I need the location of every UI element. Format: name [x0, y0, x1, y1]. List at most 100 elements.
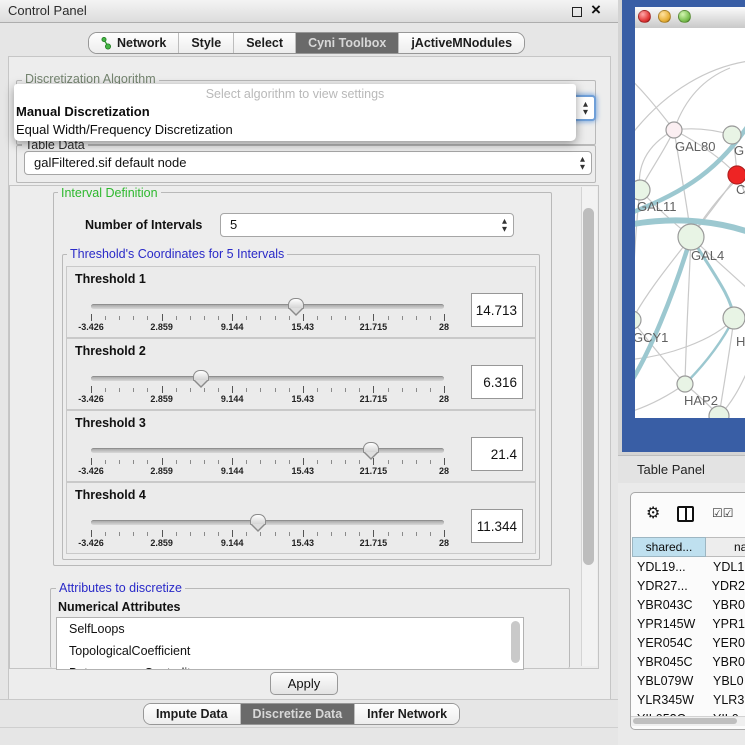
slider-tick-labels: -3.4262.8599.14415.4321.71528 — [91, 538, 445, 549]
tick-label: 21.715 — [360, 538, 388, 548]
tick-label: 28 — [439, 538, 449, 548]
threshold-4-slider-track[interactable] — [91, 520, 444, 525]
svg-text:H: H — [736, 334, 745, 349]
threshold-4-value-field[interactable]: 11.344 — [471, 509, 523, 543]
threshold-4-slider-thumb[interactable] — [250, 514, 266, 525]
threshold-2-slider-track[interactable] — [91, 376, 444, 381]
cell-name[interactable]: YBL0 — [706, 672, 744, 691]
divider — [0, 699, 618, 700]
dropdown-option-equal-width[interactable]: Equal Width/Frequency Discretization — [14, 121, 576, 139]
tab-style[interactable]: Style — [178, 33, 233, 53]
apply-button[interactable]: Apply — [270, 672, 338, 695]
cell-shared-name[interactable]: YDL19... — [632, 558, 706, 577]
close-traffic-light[interactable] — [638, 10, 651, 23]
table-header-row: shared... na — [632, 537, 745, 557]
svg-text:GCY1: GCY1 — [635, 330, 668, 345]
gear-icon[interactable]: ⚙ — [646, 504, 660, 522]
cell-name[interactable]: YLR3 — [706, 691, 744, 710]
tab-jactivemnodules[interactable]: jActiveMNodules — [398, 33, 524, 53]
zoom-traffic-light[interactable] — [678, 10, 691, 23]
threshold-row-1: Threshold 1 -3.4262.8599.14415.4321.7152… — [66, 266, 536, 338]
split-columns-icon[interactable] — [677, 506, 694, 522]
threshold-3-slider-track[interactable] — [91, 448, 444, 453]
dropdown-hint-option[interactable]: Select algorithm to view settings — [14, 84, 576, 103]
table-row[interactable]: YDR27...YDR2 — [632, 577, 745, 596]
number-of-intervals-combobox[interactable]: 5 ▲▼ — [220, 213, 514, 237]
screen: Control Panel × Network Style Select Cyn… — [0, 0, 745, 745]
node-gal80 — [666, 122, 682, 138]
cell-shared-name[interactable]: YBR045C — [632, 653, 705, 672]
table-row[interactable]: YBR045CYBR0 — [632, 653, 745, 672]
cell-shared-name[interactable]: YBL079W — [632, 672, 706, 691]
threshold-3-slider-thumb[interactable] — [363, 442, 379, 453]
table-row[interactable]: YPR145WYPR1 — [632, 615, 745, 634]
slider-ticks — [91, 314, 445, 322]
cell-name[interactable]: YBR0 — [705, 653, 745, 672]
node-gal4 — [678, 224, 704, 250]
tick-label: -3.426 — [78, 466, 104, 476]
table-data-combobox[interactable]: galFiltered.sif default node ▲▼ — [24, 151, 592, 175]
tab-network-label: Network — [117, 36, 166, 50]
network-canvas[interactable]: GAL80 G C GAL11 GAL4 GCY1 H HAP2 — [635, 28, 745, 418]
cell-name[interactable]: YBR0 — [705, 596, 745, 615]
network-window-titlebar[interactable] — [635, 7, 745, 29]
table-row[interactable]: YDL19...YDL1 — [632, 558, 745, 577]
tab-cyni-toolbox[interactable]: Cyni Toolbox — [295, 33, 398, 53]
cell-shared-name[interactable]: YLR345W — [632, 691, 706, 710]
tab-select[interactable]: Select — [233, 33, 295, 53]
column-header-shared-name[interactable]: shared... — [632, 537, 706, 557]
tick-label: 28 — [439, 322, 449, 332]
cell-shared-name[interactable]: YBR043C — [632, 596, 705, 615]
svg-text:HAP2: HAP2 — [684, 393, 718, 408]
table-row[interactable]: YLR345WYLR3 — [632, 691, 745, 710]
svg-text:GAL4: GAL4 — [691, 248, 724, 263]
cell-name[interactable]: YPR1 — [705, 615, 745, 634]
numerical-attributes-list[interactable]: SelfLoopsTopologicalCoefficientBetweenne… — [56, 617, 524, 670]
close-icon[interactable]: × — [591, 0, 601, 21]
cell-shared-name[interactable]: YDR27... — [632, 577, 705, 596]
attribute-list-item[interactable]: BetweennessCentrality — [57, 662, 523, 670]
tick-label: 21.715 — [360, 322, 388, 332]
svg-text:GAL80: GAL80 — [675, 139, 715, 154]
attribute-list-item[interactable]: SelfLoops — [57, 618, 523, 640]
threshold-2-value-field[interactable]: 6.316 — [471, 365, 523, 399]
table-horizontal-scrollbar[interactable] — [631, 716, 745, 726]
table-row[interactable]: YER054CYER0 — [632, 634, 745, 653]
tick-label: 15.43 — [292, 538, 315, 548]
cell-name[interactable]: YER0 — [705, 634, 745, 653]
threshold-3-label: Threshold 3 — [75, 416, 146, 430]
attributes-scrollbar-thumb[interactable] — [511, 621, 520, 663]
table-row[interactable]: YBR043CYBR0 — [632, 596, 745, 615]
select-checkboxes-icon[interactable]: ☑☑ — [712, 506, 734, 520]
table-panel-titlebar: Table Panel — [618, 455, 745, 485]
cell-shared-name[interactable]: YPR145W — [632, 615, 705, 634]
slider-ticks — [91, 530, 445, 538]
threshold-1-slider-thumb[interactable] — [288, 298, 304, 309]
tab-discretize-data[interactable]: Discretize Data — [240, 704, 355, 724]
tick-label: 2.859 — [150, 394, 173, 404]
table-row[interactable]: YBL079WYBL0 — [632, 672, 745, 691]
cell-name[interactable]: YDR2 — [705, 577, 745, 596]
cell-shared-name[interactable]: YER054C — [632, 634, 705, 653]
vertical-scrollbar-thumb[interactable] — [583, 208, 594, 565]
tab-network[interactable]: Network — [89, 33, 178, 53]
table-hscrollbar-thumb[interactable] — [633, 718, 737, 724]
tab-impute-data[interactable]: Impute Data — [144, 704, 240, 724]
attribute-list-item[interactable]: TopologicalCoefficient — [57, 640, 523, 662]
cell-name[interactable]: YDL1 — [706, 558, 744, 577]
tab-infer-network[interactable]: Infer Network — [354, 704, 459, 724]
threshold-1-value-field[interactable]: 14.713 — [471, 293, 523, 327]
column-header-name[interactable]: na — [706, 537, 745, 557]
threshold-3-value-field[interactable]: 21.4 — [471, 437, 523, 471]
thresholds-group-title: Threshold's Coordinates for 5 Intervals — [67, 247, 287, 261]
threshold-2-label: Threshold 2 — [75, 344, 146, 358]
threshold-1-slider-track[interactable] — [91, 304, 444, 309]
network-icon — [101, 36, 111, 50]
tick-label: 15.43 — [292, 394, 315, 404]
panel-title: Control Panel — [8, 0, 87, 22]
threshold-2-slider-thumb[interactable] — [193, 370, 209, 381]
minimize-traffic-light[interactable] — [658, 10, 671, 23]
float-window-icon[interactable] — [572, 7, 582, 17]
slider-tick-labels: -3.4262.8599.14415.4321.71528 — [91, 466, 445, 477]
dropdown-option-manual[interactable]: Manual Discretization — [14, 103, 576, 121]
